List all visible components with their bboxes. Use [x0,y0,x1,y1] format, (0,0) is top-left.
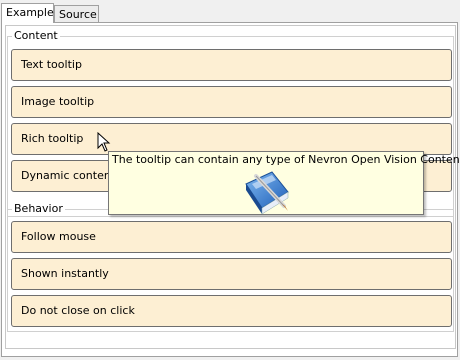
do-not-close-on-click-button[interactable]: Do not close on click [11,295,452,327]
tab-example[interactable]: Example [1,3,54,23]
image-tooltip-button[interactable]: Image tooltip [11,86,452,118]
shown-instantly-button[interactable]: Shown instantly [11,258,452,290]
follow-mouse-button[interactable]: Follow mouse [11,221,452,253]
mouse-cursor-icon [97,132,111,152]
behavior-group-title: Behavior [12,202,65,216]
book-pen-icon [245,171,289,215]
tooltip-text: The tooltip can contain any type of Nevr… [112,153,460,166]
content-group-title: Content [12,29,60,43]
behavior-group: Behavior Follow mouse Shown instantly Do… [7,202,454,332]
text-tooltip-button[interactable]: Text tooltip [11,49,452,81]
rich-tooltip-popup: The tooltip can contain any type of Nevr… [108,151,460,215]
tab-source[interactable]: Source [54,5,99,23]
